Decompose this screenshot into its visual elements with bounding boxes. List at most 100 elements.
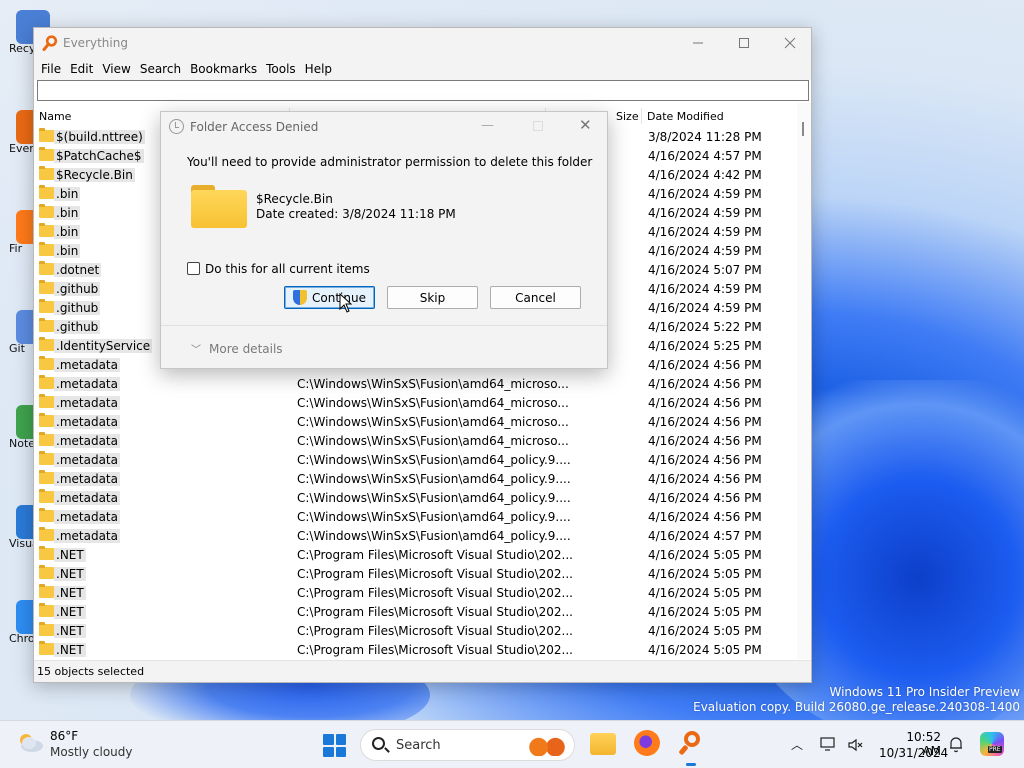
skip-label: Skip — [419, 290, 446, 305]
row-date: 4/16/2024 4:57 PM — [648, 149, 762, 163]
folder-icon — [39, 337, 54, 351]
folder-icon — [39, 432, 54, 446]
row-date: 4/16/2024 4:56 PM — [648, 377, 762, 391]
mouse-cursor-icon — [339, 293, 353, 313]
menu-search[interactable]: Search — [136, 58, 186, 80]
uac-shield-icon — [293, 290, 308, 305]
dialog-minimize-icon[interactable]: — — [481, 118, 494, 133]
more-details-label: More details — [209, 342, 283, 356]
row-name: .NET — [54, 567, 86, 581]
table-row[interactable]: .NET C:\Program Files\Microsoft Visual St… — [34, 564, 797, 583]
table-row[interactable]: .metadata C:\Windows\WinSxS\Fusion\amd64_… — [34, 374, 797, 393]
table-row[interactable]: .metadata C:\Windows\WinSxS\Fusion\amd64_… — [34, 393, 797, 412]
table-row[interactable]: .metadata C:\Windows\WinSxS\Fusion\amd64_… — [34, 431, 797, 450]
row-date: 4/16/2024 4:59 PM — [648, 282, 762, 296]
column-date-modified[interactable]: Date Modified — [647, 110, 724, 123]
maximize-icon — [739, 38, 749, 48]
menu-file[interactable]: File — [37, 58, 66, 80]
row-name: .metadata — [54, 510, 120, 524]
more-details-toggle[interactable]: ﹀ More details — [191, 341, 283, 356]
clock-icon — [169, 119, 184, 134]
row-name: .bin — [54, 225, 81, 239]
row-name: .metadata — [54, 453, 120, 467]
clock-date[interactable]: 10/31/2024 — [879, 746, 948, 760]
chevron-up-icon[interactable]: ︿ — [791, 736, 803, 753]
column-name[interactable]: Name — [39, 110, 71, 123]
row-date: 4/16/2024 4:56 PM — [648, 396, 762, 410]
copilot-badge: PRE — [988, 746, 1002, 753]
table-row[interactable]: .metadata C:\Windows\WinSxS\Fusion\amd64_… — [34, 450, 797, 469]
skip-button[interactable]: Skip — [387, 286, 478, 309]
folder-date-created: Date created: 3/8/2024 11:18 PM — [256, 207, 456, 221]
row-path: C:\Windows\WinSxS\Fusion\amd64_policy.9.… — [297, 510, 571, 524]
apply-all-label[interactable]: Do this for all current items — [205, 262, 370, 276]
row-name: .metadata — [54, 415, 120, 429]
table-row[interactable]: .metadata C:\Windows\WinSxS\Fusion\amd64_… — [34, 507, 797, 526]
row-name: $PatchCache$ — [54, 149, 144, 163]
row-path: C:\Windows\WinSxS\Fusion\amd64_policy.9.… — [297, 491, 571, 505]
search-icon — [372, 737, 385, 750]
folder-icon — [39, 128, 54, 142]
folder-icon — [39, 489, 54, 503]
folder-icon — [39, 356, 54, 370]
menu-tools[interactable]: Tools — [262, 58, 301, 80]
file-explorer-icon[interactable] — [590, 733, 616, 755]
row-date: 4/16/2024 5:05 PM — [648, 624, 762, 638]
weather-condition[interactable]: Mostly cloudy — [50, 745, 133, 759]
folder-icon — [39, 527, 54, 541]
continue-button[interactable]: Continue — [284, 286, 375, 309]
table-row[interactable]: .metadata C:\Windows\WinSxS\Fusion\amd64_… — [34, 469, 797, 488]
menu-view[interactable]: View — [98, 58, 135, 80]
folder-icon — [39, 603, 54, 617]
cancel-button[interactable]: Cancel — [490, 286, 581, 309]
title-bar[interactable]: Everything — [34, 28, 811, 58]
firefox-icon[interactable] — [634, 730, 660, 756]
row-date: 4/16/2024 5:05 PM — [648, 548, 762, 562]
search-input[interactable] — [37, 80, 809, 101]
menu-bookmarks[interactable]: Bookmarks — [186, 58, 262, 80]
scrollbar-thumb[interactable] — [802, 122, 804, 136]
speaker-muted-icon[interactable] — [847, 737, 863, 753]
row-date: 4/16/2024 4:59 PM — [648, 244, 762, 258]
table-row[interactable]: .NET C:\Program Files\Microsoft Visual St… — [34, 640, 797, 659]
column-size[interactable]: Size — [616, 110, 639, 123]
table-row[interactable]: .NET C:\Program Files\Microsoft Visual St… — [34, 545, 797, 564]
copilot-icon[interactable]: PRE — [980, 732, 1004, 756]
folder-icon — [39, 508, 54, 522]
close-button[interactable] — [767, 28, 813, 58]
table-row[interactable]: .NET C:\Program Files\Microsoft Visual St… — [34, 583, 797, 602]
dialog-close-icon[interactable]: ✕ — [579, 116, 592, 134]
dialog-title: Folder Access Denied — [190, 120, 319, 134]
row-name: .dotnet — [54, 263, 102, 277]
everything-taskbar-icon[interactable] — [678, 730, 704, 756]
notification-bell-icon[interactable] — [948, 735, 964, 753]
row-date: 4/16/2024 4:59 PM — [648, 206, 762, 220]
row-name: .bin — [54, 244, 81, 258]
menu-edit[interactable]: Edit — [66, 58, 98, 80]
row-date: 4/16/2024 4:42 PM — [648, 168, 762, 182]
table-row[interactable]: .metadata C:\Windows\WinSxS\Fusion\amd64_… — [34, 526, 797, 545]
taskbar-search[interactable]: Search — [360, 729, 575, 761]
row-name: .NET — [54, 548, 86, 562]
cloudy-weather-icon — [20, 734, 43, 752]
weather-temperature[interactable]: 86°F — [50, 729, 78, 743]
row-name: .IdentityService — [54, 339, 153, 353]
vertical-scrollbar[interactable] — [797, 103, 811, 659]
table-row[interactable]: .NET C:\Program Files\Microsoft Visual St… — [34, 621, 797, 640]
column-divider[interactable] — [641, 108, 642, 124]
row-name: .NET — [54, 605, 86, 619]
minimize-button[interactable] — [675, 28, 721, 58]
table-row[interactable]: .metadata C:\Windows\WinSxS\Fusion\amd64_… — [34, 412, 797, 431]
row-name: .NET — [54, 643, 86, 657]
maximize-button[interactable] — [721, 28, 767, 58]
start-button[interactable] — [323, 734, 346, 757]
folder-icon — [39, 641, 54, 655]
table-row[interactable]: .NET C:\Program Files\Microsoft Visual St… — [34, 602, 797, 621]
apply-all-checkbox[interactable] — [187, 262, 200, 275]
network-icon[interactable] — [820, 736, 838, 752]
status-text: 15 objects selected — [37, 665, 145, 678]
row-name: .NET — [54, 586, 86, 600]
menu-help[interactable]: Help — [301, 58, 337, 80]
table-row[interactable]: .metadata C:\Windows\WinSxS\Fusion\amd64_… — [34, 488, 797, 507]
folder-access-denied-dialog: Folder Access Denied — ✕ You'll need to … — [160, 111, 608, 369]
